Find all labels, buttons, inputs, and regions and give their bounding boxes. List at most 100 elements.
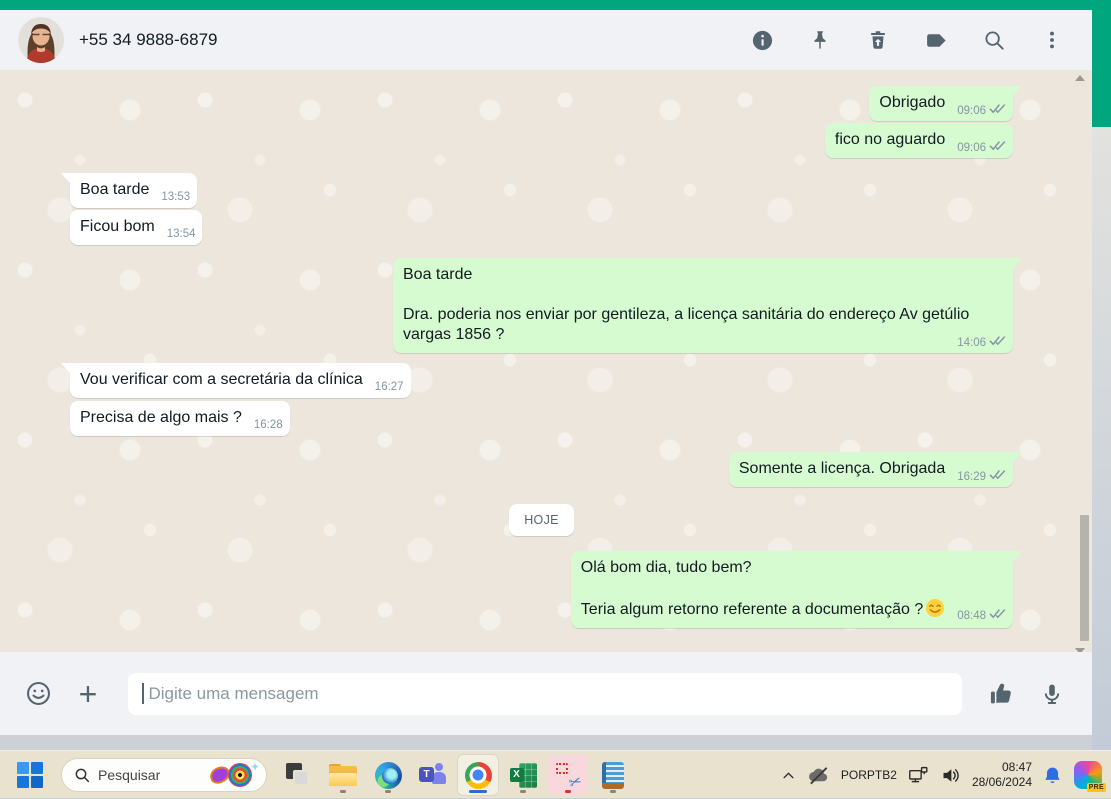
language-line2: PTB2 [866,767,897,782]
scrollbar-thumb[interactable] [1080,515,1089,641]
thumbs-up-icon[interactable] [988,680,1016,708]
active-indicator [469,790,487,793]
message-text: Olá bom dia, tudo bem? Teria algum retor… [580,559,924,618]
onedrive-paused-icon[interactable] [807,764,830,787]
edge-button[interactable] [368,755,408,795]
message-text: Obrigado [879,94,946,111]
message-time: 16:27 [374,381,404,393]
message-bubble[interactable]: HOJE [509,504,574,536]
message-time: 08:48 [957,609,986,622]
label-icon[interactable] [924,28,948,52]
snipping-tool-icon: ✂ [555,762,585,793]
message-list: Obrigado 09:06 fico no aguardo 09:06 Boa… [0,70,1078,630]
screen: +55 34 9888-6879 Obrigado 09:06 fico no … [0,0,1111,798]
whatsapp-window: +55 34 9888-6879 Obrigado 09:06 fico no … [0,10,1092,750]
language-indicator[interactable]: POR PTB2 [841,767,897,782]
delete-chat-icon[interactable] [866,28,890,52]
delivered-ticks-icon [989,608,1006,623]
notepad-button[interactable] [593,755,633,795]
message-time: 16:29 [957,470,986,483]
taskbar-left-group: Pesquisar ✦ T X ✂ [10,751,633,799]
message-bubble[interactable]: fico no aguardo 09:06 [824,123,1013,158]
network-icon[interactable] [908,765,929,786]
message-input[interactable]: Digite uma mensagem [128,672,962,715]
excel-button[interactable]: X [503,755,543,795]
notepad-icon [602,762,624,789]
microphone-icon[interactable] [1038,680,1066,708]
message-row: Boa tarde Dra. poderia nos enviar por ge… [70,258,1022,353]
system-tray: POR PTB2 08:47 28/06/2024 PRE [781,751,1106,799]
teams-button[interactable]: T [413,755,453,795]
message-meta: 09:06 [957,103,1006,118]
background-window-titlebar [0,0,1111,10]
message-meta: 09:06 [957,140,1006,155]
message-meta: 16:27 [375,380,404,394]
message-meta: 16:29 [957,469,1006,484]
contact-avatar[interactable] [18,17,64,63]
message-bubble[interactable]: Boa tarde 13:53 [60,173,198,208]
menu-icon[interactable] [1040,28,1064,52]
attach-plus-icon[interactable]: + [74,678,102,710]
message-text: Boa tarde Dra. poderia nos enviar por ge… [403,266,970,343]
message-bubble[interactable]: Somente a licença. Obrigada 16:29 [728,452,1023,487]
smiling-face-emoji [925,598,945,618]
task-view-button[interactable] [278,755,318,795]
start-button[interactable] [10,755,50,795]
notification-bell-icon[interactable] [1043,765,1062,786]
message-bubble[interactable]: Olá bom dia, tudo bem? Teria algum retor… [570,551,1023,628]
contact-name[interactable]: +55 34 9888-6879 [79,30,218,50]
message-text: Vou verificar com a secretária da clínic… [80,371,363,388]
message-meta: 13:53 [161,190,190,204]
pin-icon[interactable] [808,28,832,52]
chrome-button[interactable] [458,755,498,795]
message-meta: 08:48 [957,608,1006,623]
text-caret [142,683,144,704]
chat-header: +55 34 9888-6879 [0,10,1092,70]
message-bubble[interactable]: Obrigado 09:06 [869,86,1022,121]
avatar-photo [18,17,64,63]
volume-icon[interactable] [940,765,961,786]
delivered-ticks-icon [989,335,1006,350]
message-bubble[interactable]: Vou verificar com a secretária da clínic… [61,363,411,398]
message-bubble[interactable]: Ficou bom 13:54 [70,210,203,245]
tray-date: 28/06/2024 [971,775,1032,789]
running-indicator [610,790,616,793]
message-bubble[interactable]: Boa tarde Dra. poderia nos enviar por ge… [393,258,1022,353]
message-row: Precisa de algo mais ? 16:28 [70,401,1013,436]
copilot-preview-button[interactable]: PRE [1073,760,1106,792]
input-placeholder: Digite uma mensagem [148,683,319,703]
scrollbar-up-arrow[interactable] [1075,75,1085,81]
message-time: 09:06 [957,104,986,117]
background-window-edge [1090,0,1111,127]
message-text: Boa tarde [80,181,150,198]
emoji-picker-icon[interactable] [24,680,52,708]
search-icon[interactable] [982,28,1006,52]
tray-time: 08:47 [1001,760,1032,774]
tray-chevron-icon[interactable] [781,768,796,783]
excel-icon: X [509,762,537,788]
taskbar-search[interactable]: Pesquisar ✦ [61,758,267,792]
message-text: Ficou bom [80,218,155,235]
message-time: 16:28 [253,419,283,431]
copilot-preview-badge: PRE [1086,783,1106,792]
message-bubble[interactable]: Precisa de algo mais ? 16:28 [70,401,290,436]
running-indicator [385,790,391,793]
message-time: 09:06 [957,141,986,154]
message-time: 13:53 [161,191,191,203]
message-row: fico no aguardo 09:06 [70,123,1013,158]
delivered-ticks-icon [989,103,1006,118]
teams-icon: T [419,762,447,788]
message-row: Olá bom dia, tudo bem? Teria algum retor… [70,551,1023,628]
info-icon[interactable] [750,28,774,52]
message-text: Precisa de algo mais ? [80,409,242,426]
file-explorer-button[interactable] [323,755,363,795]
snipping-tool-button[interactable]: ✂ [548,755,588,795]
message-row: Boa tarde 13:53 [60,173,1013,208]
chat-area: Obrigado 09:06 fico no aguardo 09:06 Boa… [0,70,1092,652]
windows-logo-icon [17,762,43,788]
message-time: 14:06 [957,336,986,349]
file-explorer-icon [329,764,357,786]
recording-indicator [565,790,571,793]
search-highlight-art[interactable]: ✦ [208,760,260,790]
clock[interactable]: 08:47 28/06/2024 [972,760,1032,790]
